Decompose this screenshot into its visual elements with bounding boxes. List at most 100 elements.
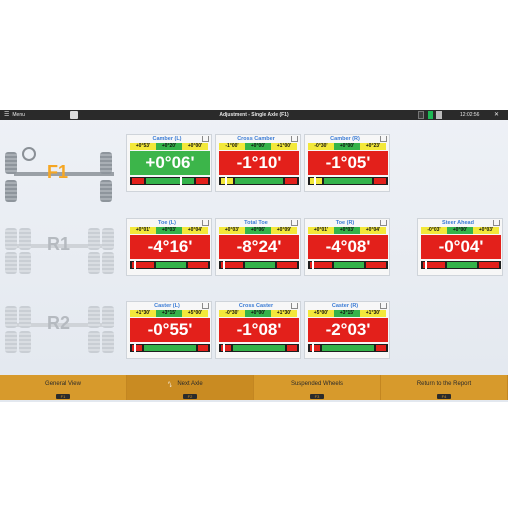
axle-label-f1: F1 <box>47 162 69 182</box>
range-needle <box>223 261 225 269</box>
general-view-button[interactable]: General View F1 <box>0 375 127 400</box>
steering-wheel-icon <box>22 147 36 161</box>
measurement-value: -1°10' <box>219 151 299 175</box>
wheel-icon <box>100 152 112 174</box>
card-title: Camber (R) <box>330 136 360 142</box>
tolerance-max: +0°04' <box>182 227 208 234</box>
measurement-value: -8°24' <box>219 235 299 259</box>
card-camber-right[interactable]: Camber (R) -0°30' +0°00' +0°23' -1°05' <box>304 134 390 192</box>
mouse-cursor-icon: ⭛ <box>168 382 172 389</box>
measurement-value: -4°16' <box>130 235 210 259</box>
wheel-icon <box>19 306 31 328</box>
card-title: Toe (L) <box>158 220 176 226</box>
lock-icon[interactable] <box>291 220 298 226</box>
close-icon[interactable]: ✕ <box>494 110 499 120</box>
card-title: Cross Caster <box>238 303 274 309</box>
tolerance-min: +5°00' <box>308 310 334 317</box>
button-label: Next Axle <box>177 381 203 387</box>
range-needle <box>180 177 182 185</box>
tolerance-nominal: +0°20' <box>156 143 182 150</box>
card-title: Camber (L) <box>152 136 182 142</box>
tolerance-max: +5°00' <box>182 310 208 317</box>
tolerance-row: +0°01' +0°03' +0°04' <box>308 227 386 234</box>
card-caster-right[interactable]: Caster (R) +5°00' +3°15' +1°30' -2°03' <box>304 301 390 359</box>
button-label: Return to the Report <box>416 381 472 387</box>
card-steer-ahead[interactable]: Steer Ahead -0°03' +0°00' +0°03' -0°04' <box>417 218 503 276</box>
range-bar <box>308 177 388 185</box>
axle-label-r1: R1 <box>47 234 71 254</box>
lock-icon[interactable] <box>493 220 500 226</box>
lock-icon[interactable] <box>202 220 209 226</box>
wheel-icon <box>88 228 100 250</box>
tolerance-max: +0°04' <box>360 227 386 234</box>
wheel-icon <box>19 252 31 274</box>
card-title: Toe (R) <box>335 220 355 226</box>
button-label: Suspended Wheels <box>290 381 344 387</box>
range-bar <box>130 177 210 185</box>
battery-icon <box>418 111 424 119</box>
lock-icon[interactable] <box>380 303 387 309</box>
function-key: F1 <box>56 394 70 399</box>
card-total-toe[interactable]: Total Toe +0°03' +0°06' +0°09' -8°24' <box>215 218 301 276</box>
wheel-icon <box>5 306 17 328</box>
wheel-icon <box>88 331 100 353</box>
range-needle <box>134 261 136 269</box>
tolerance-row: -1°00' +0°00' +1°00' <box>219 143 297 150</box>
card-cross-caster[interactable]: Cross Caster -0°30' +0°00' +1°30' -1°08' <box>215 301 301 359</box>
tolerance-min: +0°01' <box>308 227 334 234</box>
range-needle <box>223 344 225 352</box>
lock-icon[interactable] <box>380 136 387 142</box>
suspended-wheels-button[interactable]: Suspended Wheels F3 <box>254 375 381 400</box>
tolerance-nominal: +0°00' <box>245 310 271 317</box>
card-toe-right[interactable]: Toe (R) +0°01' +0°03' +0°04' -4°08' <box>304 218 390 276</box>
lock-icon[interactable] <box>291 303 298 309</box>
tolerance-min: +0°03' <box>219 227 245 234</box>
card-cross-camber[interactable]: Cross Camber -1°00' +0°00' +1°00' -1°10' <box>215 134 301 192</box>
range-bar <box>421 261 501 269</box>
lock-icon[interactable] <box>202 136 209 142</box>
wheel-icon <box>5 228 17 250</box>
card-title: Total Toe <box>244 220 268 226</box>
range-bar <box>219 261 299 269</box>
tolerance-row: -0°03' +0°00' +0°03' <box>421 227 499 234</box>
tolerance-nominal: +0°00' <box>245 143 271 150</box>
wheel-icon <box>5 180 17 202</box>
lock-icon[interactable] <box>380 220 387 226</box>
tolerance-nominal: +0°06' <box>245 227 271 234</box>
tolerance-nominal: +0°03' <box>334 227 360 234</box>
clock: 12:02:56 <box>460 112 480 118</box>
range-needle <box>314 177 316 185</box>
wheel-icon <box>102 331 114 353</box>
range-bar <box>219 344 299 352</box>
lock-icon[interactable] <box>291 136 298 142</box>
measurement-value: -0°55' <box>130 318 210 342</box>
measurement-value: -1°05' <box>308 151 388 175</box>
wheel-icon <box>88 252 100 274</box>
tolerance-row: +5°00' +3°15' +1°30' <box>308 310 386 317</box>
range-bar <box>308 344 388 352</box>
measurement-value: -4°08' <box>308 235 388 259</box>
wheel-icon <box>5 252 17 274</box>
card-title: Cross Camber <box>237 136 275 142</box>
wheel-icon <box>102 306 114 328</box>
card-caster-left[interactable]: Caster (L) +1°30' +3°15' +5°00' -0°55' <box>126 301 212 359</box>
function-key: F3 <box>310 394 324 399</box>
tolerance-nominal: +3°15' <box>156 310 182 317</box>
wheel-icon <box>5 152 17 174</box>
device-icon <box>436 111 442 119</box>
function-key-bar: General View F1 Next Axle F2 Suspended W… <box>0 375 508 400</box>
next-axle-button[interactable]: Next Axle F2 <box>127 375 254 400</box>
wheel-icon <box>88 306 100 328</box>
card-title: Caster (L) <box>154 303 180 309</box>
card-toe-left[interactable]: Toe (L) +0°01' +0°03' +0°04' -4°16' <box>126 218 212 276</box>
range-bar <box>308 261 388 269</box>
axle-label-r2: R2 <box>47 313 71 333</box>
lock-icon[interactable] <box>202 303 209 309</box>
card-camber-left[interactable]: Camber (L) +0°53' +0°20' +0°00' +0°06' <box>126 134 212 192</box>
tolerance-nominal: +0°00' <box>334 143 360 150</box>
return-to-report-button[interactable]: Return to the Report F4 <box>381 375 508 400</box>
tolerance-min: -0°30' <box>219 310 245 317</box>
tolerance-min: +1°30' <box>130 310 156 317</box>
button-label: General View <box>45 381 81 387</box>
title-bar: ☰ Menu Adjustment - Single Axle (F1) 12:… <box>0 110 508 120</box>
